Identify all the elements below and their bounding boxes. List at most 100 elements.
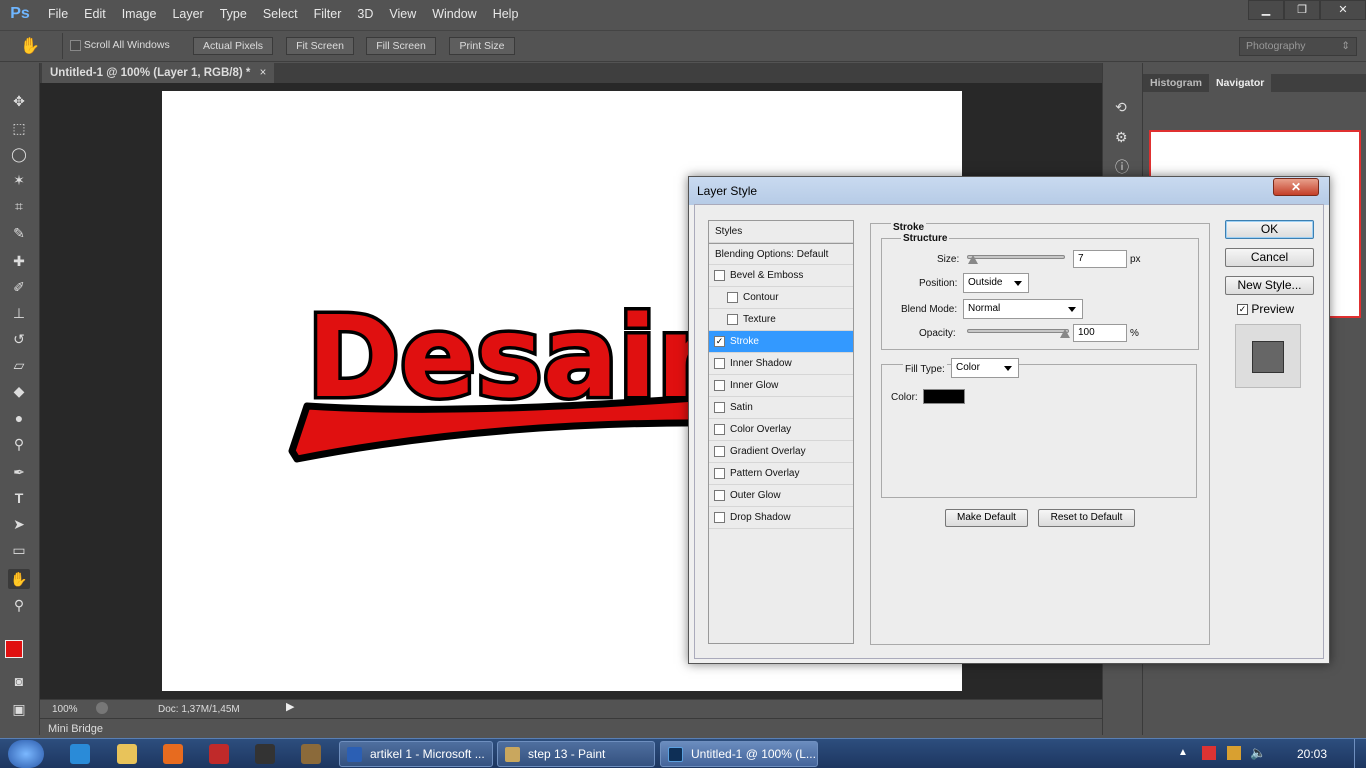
- tray-expand-icon[interactable]: ▲: [1178, 747, 1188, 758]
- history-brush-icon[interactable]: ↺: [8, 329, 30, 349]
- stamp-tool-icon[interactable]: ⊥: [8, 303, 30, 323]
- firefox-icon[interactable]: [163, 744, 183, 764]
- explorer-icon[interactable]: [117, 744, 137, 764]
- quick-mask-icon[interactable]: ◙: [8, 671, 30, 691]
- menu-window[interactable]: Window: [424, 7, 484, 21]
- checkbox-icon[interactable]: [714, 467, 725, 479]
- zoom-level[interactable]: 100%: [52, 704, 78, 715]
- checkbox-icon[interactable]: [714, 379, 725, 391]
- style-item-outer-glow[interactable]: Outer Glow: [709, 485, 853, 507]
- show-desktop-button[interactable]: [1354, 739, 1366, 768]
- fill-type-select[interactable]: Color: [951, 358, 1019, 378]
- magic-wand-icon[interactable]: ✶: [8, 170, 30, 190]
- eraser-tool-icon[interactable]: ▱: [8, 355, 30, 375]
- lasso-tool-icon[interactable]: ◯: [8, 144, 30, 164]
- shape-tool-icon[interactable]: ▭: [8, 540, 30, 560]
- size-slider[interactable]: [967, 255, 1065, 259]
- checkbox-icon[interactable]: [70, 39, 81, 51]
- taskbar-paint[interactable]: step 13 - Paint: [497, 741, 655, 767]
- menu-help[interactable]: Help: [485, 7, 527, 21]
- menu-file[interactable]: File: [40, 7, 76, 21]
- checkbox-icon[interactable]: [727, 291, 738, 303]
- close-tab-icon[interactable]: ×: [260, 67, 267, 79]
- size-slider-thumb[interactable]: [968, 255, 978, 264]
- mini-bridge-bar[interactable]: Mini Bridge: [40, 718, 1102, 738]
- ie-icon[interactable]: [70, 744, 90, 764]
- checkbox-icon[interactable]: [714, 489, 725, 501]
- checkbox-icon[interactable]: [714, 401, 725, 413]
- move-tool-icon[interactable]: ✥: [8, 91, 30, 111]
- menu-3d[interactable]: 3D: [349, 7, 381, 21]
- close-icon[interactable]: ✕: [1273, 178, 1319, 196]
- media-icon[interactable]: [301, 744, 321, 764]
- hand-tool-icon[interactable]: ✋: [20, 36, 40, 56]
- style-item-gradient-overlay[interactable]: Gradient Overlay: [709, 441, 853, 463]
- checkbox-icon[interactable]: [714, 511, 725, 523]
- blending-options[interactable]: Blending Options: Default: [709, 243, 853, 265]
- menu-edit[interactable]: Edit: [76, 7, 114, 21]
- actual-pixels-button[interactable]: Actual Pixels: [193, 37, 273, 55]
- scroll-all-windows[interactable]: Scroll All Windows: [70, 39, 170, 51]
- foreground-color-swatch[interactable]: [5, 640, 23, 658]
- style-item-bevel-emboss[interactable]: Bevel & Emboss: [709, 265, 853, 287]
- make-default-button[interactable]: Make Default: [945, 509, 1028, 527]
- marquee-tool-icon[interactable]: ⬚: [8, 118, 30, 138]
- tab-histogram[interactable]: Histogram: [1143, 74, 1209, 92]
- zoom-tool-icon[interactable]: ⚲: [8, 595, 30, 615]
- fill-screen-button[interactable]: Fill Screen: [366, 37, 436, 55]
- app-icon[interactable]: [255, 744, 275, 764]
- checkbox-icon[interactable]: [714, 269, 725, 281]
- position-select[interactable]: Outside: [963, 273, 1029, 293]
- opacity-slider-thumb[interactable]: [1060, 329, 1070, 338]
- style-item-inner-shadow[interactable]: Inner Shadow: [709, 353, 853, 375]
- taskbar-photoshop[interactable]: Untitled-1 @ 100% (L...: [660, 741, 818, 767]
- size-input[interactable]: 7: [1073, 250, 1127, 268]
- eyedropper-icon[interactable]: ✎: [8, 223, 30, 243]
- menu-image[interactable]: Image: [114, 7, 165, 21]
- style-item-color-overlay[interactable]: Color Overlay: [709, 419, 853, 441]
- dodge-tool-icon[interactable]: ⚲: [8, 434, 30, 454]
- style-item-drop-shadow[interactable]: Drop Shadow: [709, 507, 853, 529]
- styles-header[interactable]: Styles: [709, 221, 853, 243]
- blend-mode-select[interactable]: Normal: [963, 299, 1083, 319]
- taskbar-word[interactable]: artikel 1 - Microsoft ...: [339, 741, 493, 767]
- style-item-contour[interactable]: Contour: [709, 287, 853, 309]
- minimize-icon[interactable]: ▁: [1248, 0, 1284, 20]
- paint-bucket-icon[interactable]: ◆: [8, 381, 30, 401]
- network-icon[interactable]: [1227, 746, 1241, 760]
- checkbox-icon[interactable]: ✓: [714, 335, 725, 347]
- menu-layer[interactable]: Layer: [164, 7, 211, 21]
- properties-icon[interactable]: ⚙: [1115, 129, 1128, 146]
- menu-filter[interactable]: Filter: [306, 7, 350, 21]
- healing-brush-icon[interactable]: ✚: [8, 251, 30, 271]
- style-item-stroke[interactable]: ✓ Stroke: [709, 331, 853, 353]
- menu-select[interactable]: Select: [255, 7, 306, 21]
- workspace-select[interactable]: Photography ⇕: [1239, 37, 1357, 56]
- color-swatch[interactable]: [923, 389, 965, 404]
- menu-type[interactable]: Type: [212, 7, 255, 21]
- style-item-texture[interactable]: Texture: [709, 309, 853, 331]
- document-tab[interactable]: Untitled-1 @ 100% (Layer 1, RGB/8) * ×: [42, 63, 275, 83]
- opacity-slider[interactable]: [967, 329, 1069, 333]
- path-selection-icon[interactable]: ➤: [8, 514, 30, 534]
- checkbox-icon[interactable]: [727, 313, 738, 325]
- style-item-inner-glow[interactable]: Inner Glow: [709, 375, 853, 397]
- checkbox-icon[interactable]: [714, 445, 725, 457]
- info-icon[interactable]: ⓘ: [1115, 157, 1129, 177]
- reset-default-button[interactable]: Reset to Default: [1038, 509, 1135, 527]
- start-button-icon[interactable]: [8, 740, 44, 768]
- close-icon[interactable]: ✕: [1320, 0, 1366, 20]
- ok-button[interactable]: OK: [1225, 220, 1314, 239]
- type-tool-icon[interactable]: T: [8, 488, 30, 508]
- chrome-icon[interactable]: [209, 744, 229, 764]
- screen-mode-icon[interactable]: ▣: [8, 699, 30, 719]
- style-item-satin[interactable]: Satin: [709, 397, 853, 419]
- hand-tool-icon[interactable]: ✋: [8, 569, 30, 589]
- new-style-button[interactable]: New Style...: [1225, 276, 1314, 295]
- restore-icon[interactable]: ❐: [1284, 0, 1320, 20]
- clock[interactable]: 20:03: [1297, 747, 1327, 761]
- pen-tool-icon[interactable]: ✒: [8, 462, 30, 482]
- checkbox-icon[interactable]: [714, 357, 725, 369]
- history-icon[interactable]: ⟲: [1115, 99, 1127, 116]
- volume-icon[interactable]: 🔈: [1250, 745, 1266, 761]
